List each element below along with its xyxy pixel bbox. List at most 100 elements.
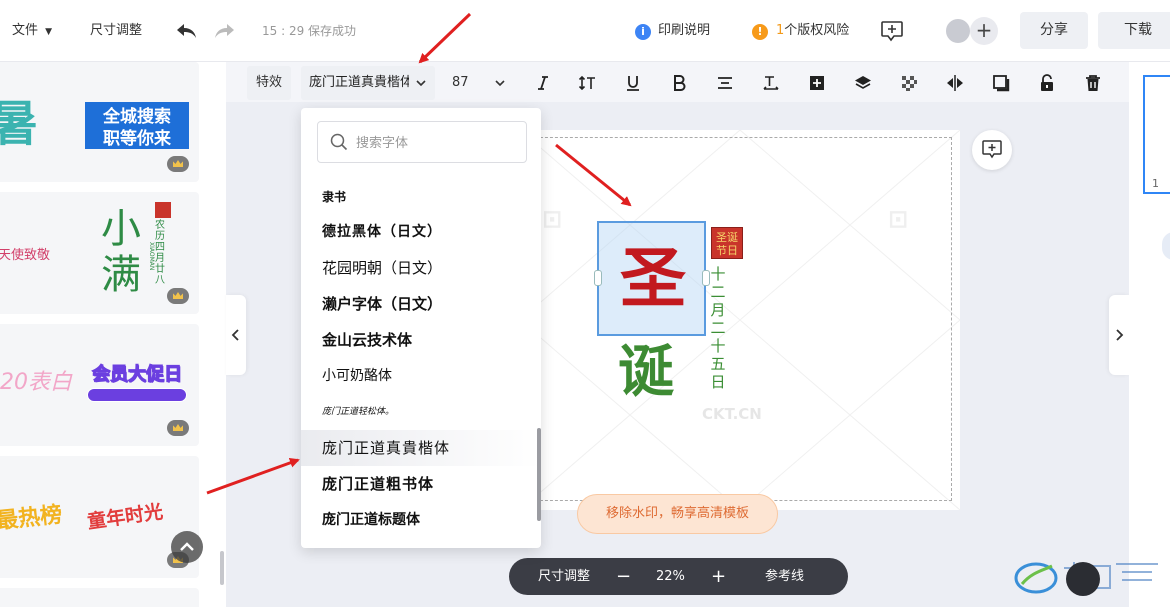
premium-crown-icon [167,288,189,304]
page-number: 1 [1152,177,1159,190]
layers-icon[interactable] [854,74,872,92]
template-card[interactable] [75,588,199,607]
canvas-char-top[interactable]: 圣 [620,240,686,316]
watermark-mark: ⊡ [542,205,563,233]
letter-spacing-icon[interactable] [762,74,780,92]
zoom-out-button[interactable]: − [616,558,631,595]
font-search-box[interactable] [317,121,527,163]
template-banner [87,388,187,402]
transparency-icon[interactable] [900,74,918,92]
template-text: 20表白 [0,370,72,395]
remove-watermark-button[interactable]: 移除水印，畅享高清模板 [577,494,778,534]
zoom-level: 22% [656,569,685,584]
resize-handle-right[interactable] [702,270,710,286]
chevron-down-icon: ▼ [45,27,53,37]
font-item[interactable]: 庞门正道轻松体。 [301,394,541,430]
help-button[interactable] [1066,562,1100,596]
watermark-text: CKT.CN [702,405,762,423]
template-text: 天使致敬 [0,248,51,263]
scroll-to-top-button[interactable] [171,531,203,563]
template-text: 职等你来 [85,124,189,149]
flip-icon[interactable] [946,74,964,92]
line-height-icon[interactable] [578,74,596,92]
add-collaborator-button[interactable]: + [970,17,998,45]
share-button[interactable]: 分享 [1020,12,1088,49]
chevron-down-icon [416,80,426,87]
font-item-selected[interactable]: 庞门正道真貴楷体 [301,430,541,466]
template-text: 满 [101,252,141,298]
format-toolbar: 特效 庞门正道真貴楷体 87 [246,64,1112,102]
text-box-icon[interactable] [808,74,826,92]
delete-icon[interactable] [1084,74,1102,92]
seal-icon [155,202,171,218]
chevron-up-icon [180,542,194,551]
redo-icon[interactable] [214,22,236,40]
zoom-bar: 尺寸调整 − 22% + 参考线 [509,558,848,595]
print-help-link[interactable]: 印刷说明 [658,0,710,62]
font-family-value: 庞门正道真貴楷体 [309,75,409,90]
download-button[interactable]: 下载 [1098,12,1170,49]
info-icon: i [635,24,651,40]
comment-add-icon [982,140,1002,159]
premium-crown-icon [167,420,189,436]
font-item[interactable]: 濑户字体（日文） [301,286,541,322]
avatar[interactable] [944,17,972,45]
font-search-input[interactable] [356,132,516,152]
collapse-left-panel-button[interactable] [226,295,246,375]
font-item[interactable]: 隶书 [301,178,541,216]
chevron-right-icon [1116,329,1124,341]
shadow-icon[interactable] [992,74,1010,92]
template-text: 童年时光 [86,500,165,534]
template-card[interactable]: 全城搜索 职等你来 [75,62,199,182]
font-dropdown: 隶书 德拉黑体（日文） 花园明朝（日文） 濑户字体（日文） 金山云技术体 小可奶… [301,108,541,548]
watermark-mark: ⊡ [888,205,909,233]
premium-crown-icon [167,156,189,172]
font-item[interactable]: 庞门正道粗书体 [301,466,541,502]
template-text: 最热榜 [0,502,64,535]
canvas-char-bottom[interactable]: 诞 [618,340,674,404]
canvas-stamp[interactable]: 圣诞节日 [711,227,743,259]
copyright-risk-link[interactable]: 1个版权风险 [776,0,849,62]
panel-scrollbar[interactable] [220,551,224,585]
safe-area-guide [520,137,952,501]
zoom-in-button[interactable]: + [711,558,726,595]
file-menu[interactable]: 文件 ▼ [12,0,52,62]
page-thumbnail[interactable]: 1 [1143,75,1170,194]
underline-icon[interactable] [624,74,642,92]
warning-icon: ! [752,24,768,40]
template-card[interactable]: 会员大促日 [75,324,199,446]
font-list-scrollbar[interactable] [537,428,541,521]
template-text: 会员大促日 [92,364,183,386]
comment-add-icon[interactable] [880,20,904,42]
font-item[interactable]: 花园明朝（日文） [301,250,541,286]
template-card[interactable]: 小 满 农历四月廿八 XIAOMAN [75,192,199,314]
save-status: 15 : 29 保存成功 [262,24,357,38]
italic-icon[interactable] [534,74,552,92]
risk-label: 个版权风险 [784,23,850,38]
chevron-left-icon [231,329,239,341]
template-text: XIAOMAN [148,242,155,271]
font-item[interactable]: 金山云技术体 [301,322,541,358]
chevron-down-icon[interactable] [494,78,506,88]
align-center-icon[interactable] [716,74,734,92]
collapse-right-panel-button[interactable] [1109,295,1129,375]
font-size-value[interactable]: 87 [452,64,469,102]
bold-icon[interactable] [670,74,688,92]
font-family-select[interactable]: 庞门正道真貴楷体 [301,66,435,100]
template-panel: 暑 天使致敬 20表白 最热榜 全城搜索 职等你来 小 满 农历四月廿八 XIA… [0,62,226,607]
template-text: 农历四月廿八 [155,220,165,286]
canvas-comment-button[interactable] [972,130,1012,170]
font-item[interactable]: 小可奶酪体 [301,358,541,394]
guides-toggle[interactable]: 参考线 [765,558,804,595]
font-item[interactable]: 庞门正道标题体 [301,502,541,538]
resize-handle-left[interactable] [594,270,602,286]
top-bar: 文件 ▼ 尺寸调整 15 : 29 保存成功 i 印刷说明 ! 1个版权风险 +… [0,0,1170,62]
resize-button[interactable]: 尺寸调整 [90,0,142,62]
zoom-resize-button[interactable]: 尺寸调整 [538,558,590,595]
font-item[interactable]: 德拉黑体（日文） [301,214,541,250]
search-icon [330,133,348,151]
undo-icon[interactable] [175,22,197,40]
canvas-vertical-date[interactable]: 十二月二十五日 [710,265,726,391]
effects-button[interactable]: 特效 [247,66,291,100]
lock-icon[interactable] [1038,74,1056,92]
